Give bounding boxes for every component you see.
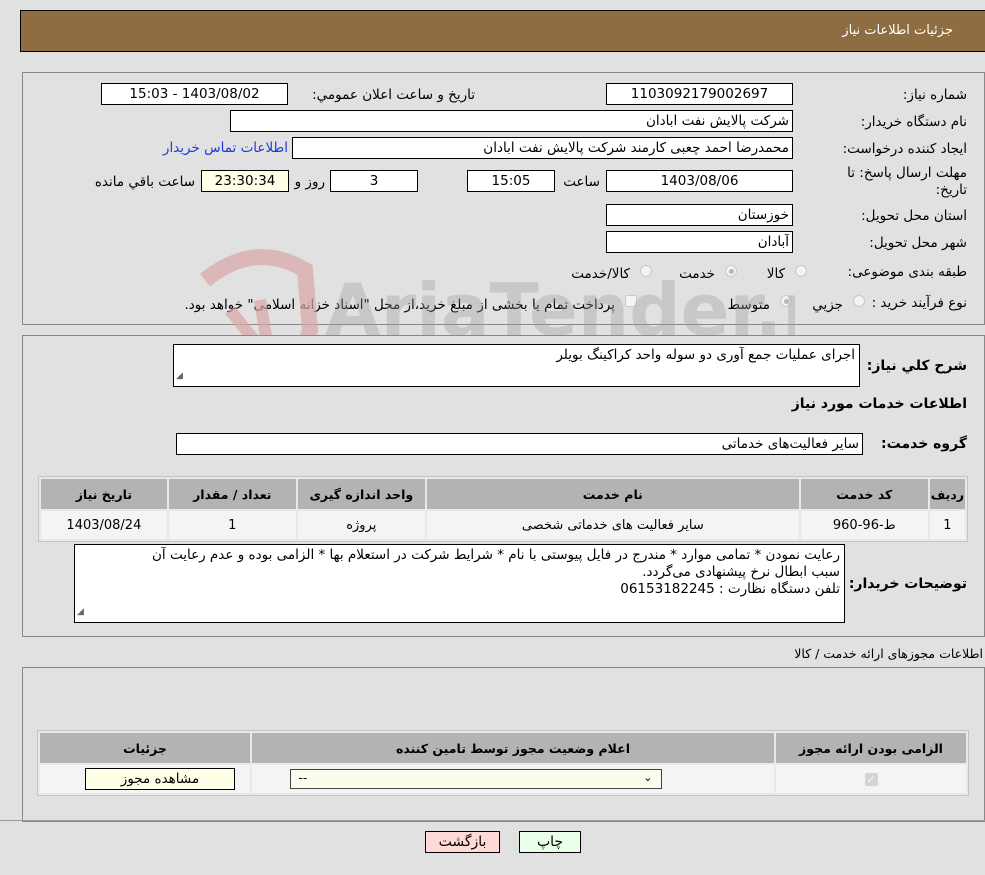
category-radio-goods-service[interactable] bbox=[640, 265, 652, 277]
announce-datetime-label: تاريخ و ساعت اعلان عمومي: bbox=[312, 87, 475, 103]
page-header: جزئيات اطلاعات نياز bbox=[20, 10, 985, 52]
footer-divider bbox=[0, 820, 985, 821]
permit-required-checkbox[interactable]: ✓ bbox=[864, 772, 878, 786]
deadline-date-field: 1403/08/06 bbox=[606, 170, 793, 192]
remaining-label: ساعت باقي مانده bbox=[94, 174, 195, 190]
buyer-contact-link[interactable]: اطلاعات تماس خريدار bbox=[163, 140, 288, 156]
col-quantity: تعداد / مقدار bbox=[168, 479, 296, 509]
description-text: اجرای عملیات جمع آوری دو سوله واحد کراکی… bbox=[556, 347, 855, 363]
city-field: آبادان bbox=[606, 231, 793, 253]
col-unit: واحد اندازه گيری bbox=[297, 479, 425, 509]
services-section-title: اطلاعات خدمات مورد نياز bbox=[791, 396, 967, 412]
chevron-down-icon: ⌄ bbox=[643, 771, 653, 784]
creator-field: محمدرضا احمد چعبی کارمند شرکت پالایش نفت… bbox=[292, 137, 793, 159]
process-option-minor: جزيي bbox=[812, 297, 843, 313]
service-group-field: سایر فعالیت‌های خدماتی bbox=[176, 433, 863, 455]
permit-status-select[interactable]: -- ⌄ bbox=[289, 769, 662, 789]
permits-table-header: الزامی بودن ارائه مجوز اعلام وضعيت مجوز … bbox=[40, 733, 966, 763]
resize-handle-icon[interactable]: ◢ bbox=[77, 604, 84, 621]
col-permit-required: الزامی بودن ارائه مجوز bbox=[776, 733, 966, 763]
process-option-medium: متوسط bbox=[727, 297, 770, 313]
treasury-note: پرداخت تمام يا بخشی از مبلغ خريد،از محل … bbox=[184, 297, 615, 313]
category-option-goods-service: کالا/خدمت bbox=[571, 266, 630, 282]
permits-section-title: اطلاعات مجوزهای ارائه خدمت / کالا bbox=[794, 646, 983, 661]
cell-need-date: 1403/08/24 bbox=[41, 511, 167, 539]
col-permit-details: جزئيات bbox=[40, 733, 250, 763]
buyer-org-field: شرکت پالايش نفت ابادان bbox=[230, 110, 793, 132]
col-need-date: تاريخ نياز bbox=[41, 479, 167, 509]
category-radio-goods[interactable] bbox=[795, 265, 807, 277]
description-label: شرح كلي نياز: bbox=[866, 358, 967, 374]
category-radio-service[interactable] bbox=[725, 265, 737, 277]
services-table: رديف كد خدمت نام خدمت واحد اندازه گيری ت… bbox=[38, 476, 968, 542]
col-permit-status: اعلام وضعيت مجوز توسط تامين کننده bbox=[252, 733, 774, 763]
buyer-notes-line: رعایت نمودن * تمامی موارد * مندرج در فای… bbox=[151, 547, 840, 563]
col-row-number: رديف bbox=[929, 479, 965, 509]
cell-quantity: 1 bbox=[168, 511, 296, 539]
buyer-notes-label: توضيحات خريدار: bbox=[848, 576, 967, 592]
deadline-time-label: ساعت bbox=[563, 174, 600, 190]
service-group-label: گروه خدمت: bbox=[881, 436, 967, 452]
days-label: روز و bbox=[294, 174, 325, 190]
category-label: طبقه بندی موضوعی: bbox=[847, 264, 967, 280]
deadline-label: مهلت ارسال پاسخ: تا تاريخ: bbox=[847, 165, 967, 198]
need-number-field: 1103092179002697 bbox=[606, 83, 793, 105]
deadline-time-field: 15:05 bbox=[467, 170, 555, 192]
process-radio-medium[interactable] bbox=[780, 295, 792, 307]
back-button[interactable]: بازگشت bbox=[425, 831, 500, 853]
announce-datetime-field: 1403/08/02 - 15:03 bbox=[101, 83, 288, 105]
buyer-notes-line: سبب ابطال نرخ پیشنهادی می‌گردد. bbox=[642, 564, 840, 580]
remaining-time-field: 23:30:34 bbox=[201, 170, 289, 192]
process-label: نوع فرآيند خريد : bbox=[871, 295, 967, 311]
table-row: 1 ط-96-960 سایر فعالیت های خدماتی شخصی پ… bbox=[41, 511, 965, 539]
col-service-code: كد خدمت bbox=[800, 479, 928, 509]
remaining-days-field: 3 bbox=[330, 170, 418, 192]
cell-row-number: 1 bbox=[929, 511, 965, 539]
table-row: ✓ -- ⌄ مشاهده مجوز bbox=[40, 765, 966, 793]
permit-status-value: -- bbox=[298, 771, 308, 785]
province-field: خوزستان bbox=[606, 204, 793, 226]
buyer-org-label: نام دستگاه خريدار: bbox=[860, 114, 967, 130]
category-option-goods: کالا bbox=[766, 266, 785, 282]
province-label: استان محل تحويل: bbox=[861, 208, 967, 224]
creator-label: ايجاد کننده درخواست: bbox=[842, 141, 967, 157]
resize-handle-icon[interactable]: ◢ bbox=[176, 368, 183, 385]
buyer-notes-line: تلفن دستگاه نظارت : 06153182245 bbox=[620, 581, 840, 597]
buyer-notes-textarea[interactable]: رعایت نمودن * تمامی موارد * مندرج در فای… bbox=[74, 544, 845, 623]
print-button[interactable]: چاپ bbox=[519, 831, 581, 853]
permits-table: الزامی بودن ارائه مجوز اعلام وضعيت مجوز … bbox=[37, 730, 969, 796]
need-number-label: شماره نياز: bbox=[902, 87, 967, 103]
treasury-checkbox[interactable] bbox=[625, 295, 637, 307]
process-radio-minor[interactable] bbox=[853, 295, 865, 307]
view-permit-button[interactable]: مشاهده مجوز bbox=[85, 768, 235, 790]
description-textarea[interactable]: اجرای عملیات جمع آوری دو سوله واحد کراکی… bbox=[173, 344, 860, 387]
city-label: شهر محل تحويل: bbox=[869, 235, 967, 251]
services-table-header: رديف كد خدمت نام خدمت واحد اندازه گيری ت… bbox=[41, 479, 965, 509]
cell-service-name: سایر فعالیت های خدماتی شخصی bbox=[426, 511, 799, 539]
page-title: جزئيات اطلاعات نياز bbox=[842, 23, 953, 38]
col-service-name: نام خدمت bbox=[426, 479, 799, 509]
cell-service-code: ط-96-960 bbox=[800, 511, 928, 539]
cell-unit: پروژه bbox=[297, 511, 425, 539]
category-option-service: خدمت bbox=[679, 266, 715, 282]
